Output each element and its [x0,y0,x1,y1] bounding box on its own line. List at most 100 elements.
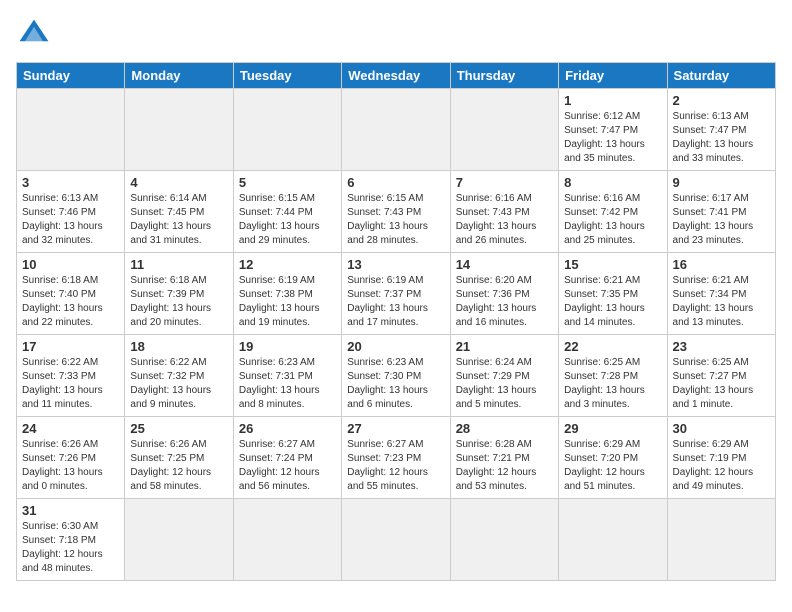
day-number: 26 [239,421,336,436]
day-number: 8 [564,175,661,190]
day-cell [342,89,450,171]
day-number: 9 [673,175,770,190]
week-row-0: 1Sunrise: 6:12 AM Sunset: 7:47 PM Daylig… [17,89,776,171]
day-info: Sunrise: 6:29 AM Sunset: 7:19 PM Dayligh… [673,438,770,494]
day-cell: 13 Sunrise: 6:19 AM Sunset: 7:37 PM Dayli… [342,253,450,335]
calendar-header: SundayMondayTuesdayWednesdayThursdayFrid… [17,63,776,89]
day-number: 31 [22,503,119,518]
day-cell: 3 Sunrise: 6:13 AM Sunset: 7:46 PM Daylig… [17,171,125,253]
day-number: 27 [347,421,444,436]
day-number: 29 [564,421,661,436]
logo-icon [16,16,52,52]
day-cell: 28 Sunrise: 6:28 AM Sunset: 7:21 PM Dayli… [450,417,558,499]
day-cell [342,499,450,581]
week-row-1: 3 Sunrise: 6:13 AM Sunset: 7:46 PM Daylig… [17,171,776,253]
day-cell: 16 Sunrise: 6:21 AM Sunset: 7:34 PM Dayli… [667,253,775,335]
day-info: Sunrise: 6:22 AM Sunset: 7:32 PM Dayligh… [130,356,227,412]
day-number: 19 [239,339,336,354]
day-cell: 9Sunrise: 6:17 AM Sunset: 7:41 PM Daylig… [667,171,775,253]
logo [16,16,56,52]
day-number: 18 [130,339,227,354]
day-info: Sunrise: 6:25 AM Sunset: 7:27 PM Dayligh… [673,356,770,412]
day-info: Sunrise: 6:24 AM Sunset: 7:29 PM Dayligh… [456,356,553,412]
day-info: Sunrise: 6:18 AM Sunset: 7:39 PM Dayligh… [130,274,227,330]
day-cell [450,499,558,581]
day-info: Sunrise: 6:23 AM Sunset: 7:30 PM Dayligh… [347,356,444,412]
day-info: Sunrise: 6:30 AM Sunset: 7:18 PM Dayligh… [22,520,119,576]
day-cell [667,499,775,581]
day-info: Sunrise: 6:15 AM Sunset: 7:43 PM Dayligh… [347,192,444,248]
header-cell-sunday: Sunday [17,63,125,89]
day-cell: 10 Sunrise: 6:18 AM Sunset: 7:40 PM Dayli… [17,253,125,335]
page-header [16,16,776,52]
day-cell [125,499,233,581]
day-info: Sunrise: 6:19 AM Sunset: 7:38 PM Dayligh… [239,274,336,330]
day-cell: 19Sunrise: 6:23 AM Sunset: 7:31 PM Dayli… [233,335,341,417]
day-info: Sunrise: 6:18 AM Sunset: 7:40 PM Dayligh… [22,274,119,330]
day-info: Sunrise: 6:25 AM Sunset: 7:28 PM Dayligh… [564,356,661,412]
day-info: Sunrise: 6:26 AM Sunset: 7:25 PM Dayligh… [130,438,227,494]
header-cell-thursday: Thursday [450,63,558,89]
day-cell: 22 Sunrise: 6:25 AM Sunset: 7:28 PM Dayli… [559,335,667,417]
day-cell: 4Sunrise: 6:14 AM Sunset: 7:45 PM Daylig… [125,171,233,253]
day-number: 13 [347,257,444,272]
day-info: Sunrise: 6:13 AM Sunset: 7:46 PM Dayligh… [22,192,119,248]
day-cell: 5Sunrise: 6:15 AM Sunset: 7:44 PM Daylig… [233,171,341,253]
day-cell [125,89,233,171]
day-info: Sunrise: 6:28 AM Sunset: 7:21 PM Dayligh… [456,438,553,494]
day-number: 16 [673,257,770,272]
week-row-5: 31 Sunrise: 6:30 AM Sunset: 7:18 PM Dayli… [17,499,776,581]
week-row-3: 17Sunrise: 6:22 AM Sunset: 7:33 PM Dayli… [17,335,776,417]
day-cell: 25 Sunrise: 6:26 AM Sunset: 7:25 PM Dayli… [125,417,233,499]
day-number: 6 [347,175,444,190]
day-cell: 31 Sunrise: 6:30 AM Sunset: 7:18 PM Dayli… [17,499,125,581]
day-info: Sunrise: 6:27 AM Sunset: 7:23 PM Dayligh… [347,438,444,494]
day-info: Sunrise: 6:19 AM Sunset: 7:37 PM Dayligh… [347,274,444,330]
day-cell: 18 Sunrise: 6:22 AM Sunset: 7:32 PM Dayli… [125,335,233,417]
header-cell-saturday: Saturday [667,63,775,89]
day-cell: 2Sunrise: 6:13 AM Sunset: 7:47 PM Daylig… [667,89,775,171]
day-number: 7 [456,175,553,190]
week-row-4: 24Sunrise: 6:26 AM Sunset: 7:26 PM Dayli… [17,417,776,499]
day-cell: 1Sunrise: 6:12 AM Sunset: 7:47 PM Daylig… [559,89,667,171]
header-row: SundayMondayTuesdayWednesdayThursdayFrid… [17,63,776,89]
day-cell: 23Sunrise: 6:25 AM Sunset: 7:27 PM Dayli… [667,335,775,417]
day-cell: 30 Sunrise: 6:29 AM Sunset: 7:19 PM Dayli… [667,417,775,499]
day-cell [450,89,558,171]
day-cell: 29Sunrise: 6:29 AM Sunset: 7:20 PM Dayli… [559,417,667,499]
day-number: 25 [130,421,227,436]
day-cell: 6 Sunrise: 6:15 AM Sunset: 7:43 PM Daylig… [342,171,450,253]
day-number: 15 [564,257,661,272]
day-number: 30 [673,421,770,436]
day-number: 11 [130,257,227,272]
day-number: 17 [22,339,119,354]
day-number: 28 [456,421,553,436]
day-cell: 24Sunrise: 6:26 AM Sunset: 7:26 PM Dayli… [17,417,125,499]
day-cell: 21 Sunrise: 6:24 AM Sunset: 7:29 PM Dayli… [450,335,558,417]
calendar-body: 1Sunrise: 6:12 AM Sunset: 7:47 PM Daylig… [17,89,776,581]
header-cell-monday: Monday [125,63,233,89]
day-number: 12 [239,257,336,272]
day-number: 22 [564,339,661,354]
day-number: 3 [22,175,119,190]
day-number: 14 [456,257,553,272]
day-cell [233,89,341,171]
day-cell [17,89,125,171]
day-info: Sunrise: 6:15 AM Sunset: 7:44 PM Dayligh… [239,192,336,248]
header-cell-tuesday: Tuesday [233,63,341,89]
day-info: Sunrise: 6:26 AM Sunset: 7:26 PM Dayligh… [22,438,119,494]
day-number: 2 [673,93,770,108]
day-info: Sunrise: 6:27 AM Sunset: 7:24 PM Dayligh… [239,438,336,494]
day-number: 21 [456,339,553,354]
day-info: Sunrise: 6:21 AM Sunset: 7:34 PM Dayligh… [673,274,770,330]
calendar-table: SundayMondayTuesdayWednesdayThursdayFrid… [16,62,776,581]
day-number: 10 [22,257,119,272]
day-cell: 8Sunrise: 6:16 AM Sunset: 7:42 PM Daylig… [559,171,667,253]
day-info: Sunrise: 6:20 AM Sunset: 7:36 PM Dayligh… [456,274,553,330]
day-cell: 17Sunrise: 6:22 AM Sunset: 7:33 PM Dayli… [17,335,125,417]
day-cell: 20Sunrise: 6:23 AM Sunset: 7:30 PM Dayli… [342,335,450,417]
day-info: Sunrise: 6:16 AM Sunset: 7:43 PM Dayligh… [456,192,553,248]
day-info: Sunrise: 6:21 AM Sunset: 7:35 PM Dayligh… [564,274,661,330]
day-cell [559,499,667,581]
day-cell: 26 Sunrise: 6:27 AM Sunset: 7:24 PM Dayli… [233,417,341,499]
